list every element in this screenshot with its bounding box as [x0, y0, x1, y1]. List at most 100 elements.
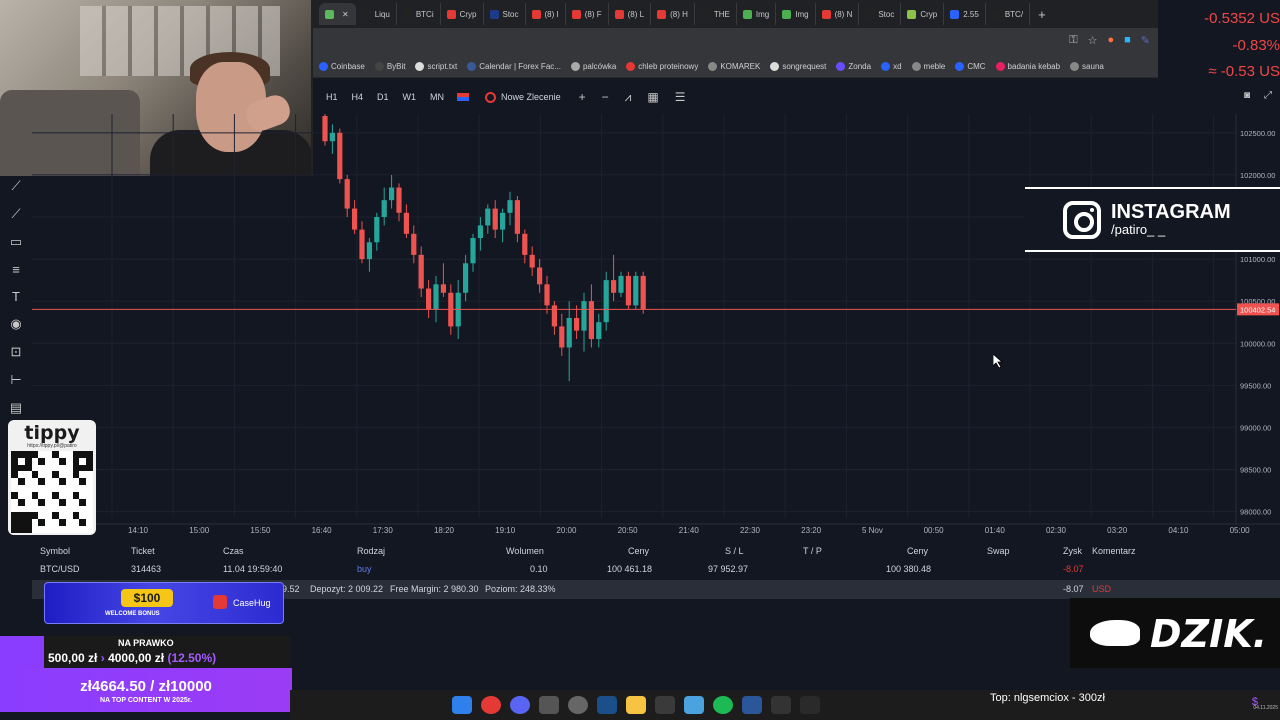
bookmark-item[interactable]: Zonda	[836, 62, 871, 71]
bookmark-item[interactable]: KOMAREK	[708, 62, 760, 71]
col-sl[interactable]: S / L	[725, 546, 744, 556]
browser-tab[interactable]: BTC/	[986, 3, 1031, 25]
new-order-button[interactable]: Nowe Zlecenie	[475, 91, 571, 103]
col-profit[interactable]: Zysk	[1063, 546, 1082, 556]
app-icon[interactable]	[771, 696, 791, 714]
qr-module	[38, 471, 46, 479]
browser-tab[interactable]: ✕	[319, 3, 356, 25]
browser-tab[interactable]: (8) L	[609, 3, 652, 25]
symbol-flag-icon[interactable]	[457, 93, 470, 101]
folder-icon[interactable]	[626, 696, 646, 714]
table-row[interactable]: BTC/USD 314463 11.04 19:59:40 buy 0.10 1…	[32, 560, 1280, 579]
steam-icon[interactable]	[597, 696, 617, 714]
qr-module	[58, 471, 66, 479]
bookmark-item[interactable]: Calendar | Forex Fac...	[467, 62, 561, 71]
timeframe-mn[interactable]: MN	[423, 92, 451, 102]
col-swap[interactable]: Swap	[987, 546, 1010, 556]
col-price[interactable]: Ceny	[907, 546, 928, 556]
browser-tab[interactable]: (8) H	[651, 3, 695, 25]
key-icon[interactable]: ⚿	[1069, 34, 1077, 47]
cell-sl[interactable]: 97 952.97	[708, 564, 748, 574]
lock-icon[interactable]: ⊡	[11, 344, 22, 360]
col-comment[interactable]: Komentarz	[1092, 546, 1136, 556]
bookmark-item[interactable]: badania kebab	[995, 62, 1060, 71]
ccleaner-icon[interactable]	[655, 696, 675, 714]
browser-address-bar[interactable]: ⚿ ☆ ● ■ ✎	[313, 28, 1158, 56]
browser-tab[interactable]: Cryp	[901, 3, 945, 25]
screenshot-icon[interactable]: ◙	[1244, 90, 1250, 101]
browser-tab[interactable]: Liqu	[356, 3, 397, 25]
timeframe-d1[interactable]: D1	[370, 92, 396, 102]
candle-body	[574, 318, 580, 331]
crosshair-icon[interactable]: ⟋	[11, 178, 20, 194]
browser-tab[interactable]: Stoc	[859, 3, 902, 25]
col-symbol[interactable]: Symbol	[40, 546, 70, 556]
spotify-icon[interactable]	[713, 696, 733, 714]
calendar-icon[interactable]: ▦	[639, 90, 666, 104]
discord-icon[interactable]	[510, 696, 530, 714]
fullscreen-icon[interactable]: ⤢	[1264, 90, 1272, 101]
browser-tab[interactable]: Img	[737, 3, 777, 25]
tab-label: Liqu	[374, 9, 390, 19]
col-ticket[interactable]: Ticket	[131, 546, 155, 556]
price-chart[interactable]: 102500.00102000.00101500.00101000.001005…	[32, 114, 1280, 544]
col-tp[interactable]: T / P	[803, 546, 822, 556]
app-icon[interactable]	[539, 696, 559, 714]
network-icon[interactable]	[684, 696, 704, 714]
extension-icon[interactable]: ●	[1107, 34, 1114, 47]
text-tool-icon[interactable]: T	[12, 289, 20, 304]
browser-tab[interactable]: (8) F	[566, 3, 609, 25]
eye-icon[interactable]: ◉	[10, 316, 21, 332]
zoom-in-button[interactable]: +	[571, 90, 594, 104]
obs-icon[interactable]	[568, 696, 588, 714]
chrome-icon[interactable]	[481, 696, 501, 714]
bookmark-item[interactable]: chleb proteinowy	[626, 62, 698, 71]
browser-tab[interactable]: THE	[695, 3, 737, 25]
layers-icon[interactable]: ▤	[10, 400, 22, 416]
browser-tab[interactable]: Stoc	[484, 3, 526, 25]
browser-tab[interactable]: Img	[776, 3, 816, 25]
zoom-out-button[interactable]: −	[594, 90, 617, 104]
col-time[interactable]: Czas	[223, 546, 244, 556]
bookmark-item[interactable]: songrequest	[770, 62, 826, 71]
bookmark-item[interactable]: CMC	[955, 62, 986, 71]
extension-icon[interactable]: ✎	[1141, 34, 1150, 47]
rectangle-tool-icon[interactable]: ▭	[10, 234, 22, 250]
col-type[interactable]: Rodzaj	[357, 546, 385, 556]
indicators-icon[interactable]: ⩘	[617, 90, 640, 105]
template-icon[interactable]: ☰	[667, 90, 694, 104]
fib-tool-icon[interactable]: ≡	[12, 262, 20, 277]
bookmark-item[interactable]: meble	[911, 62, 945, 71]
bookmark-item[interactable]: sauna	[1070, 62, 1104, 71]
browser-tab[interactable]: BTCi	[397, 3, 441, 25]
candle-body	[581, 301, 587, 331]
tab-close-icon[interactable]: ✕	[342, 10, 349, 19]
col-volume[interactable]: Wolumen	[506, 546, 544, 556]
tree-icon[interactable]: ⊢	[10, 372, 21, 388]
trendline-icon[interactable]: ⟋	[11, 206, 20, 222]
browser-tab[interactable]: (8) I	[526, 3, 566, 25]
browser-tab[interactable]: (8) N	[816, 3, 860, 25]
bookmark-item[interactable]: palcówka	[570, 62, 616, 71]
bookmark-item[interactable]: ByBit	[374, 62, 405, 71]
notepad-icon[interactable]	[742, 696, 762, 714]
terminal-icon[interactable]	[800, 696, 820, 714]
bookmark-item[interactable]: script.txt	[415, 62, 457, 71]
timeframe-w1[interactable]: W1	[396, 92, 424, 102]
new-tab-button[interactable]: +	[1030, 7, 1054, 22]
qr-module	[38, 464, 46, 472]
col-open-price[interactable]: Ceny	[628, 546, 649, 556]
tab-favicon-icon	[821, 9, 831, 19]
star-icon[interactable]: ☆	[1088, 34, 1098, 47]
bookmark-item[interactable]: xd	[881, 62, 902, 71]
browser-tab[interactable]: Cryp	[441, 3, 484, 25]
timeframe-h1[interactable]: H1	[319, 92, 345, 102]
chart-canvas[interactable]: 102500.00102000.00101500.00101000.001005…	[32, 114, 1280, 544]
top-donation: Top: nlgsemciox - 300zł	[990, 692, 1105, 704]
browser-tab[interactable]: 2.55	[944, 3, 986, 25]
timeframe-h4[interactable]: H4	[345, 92, 371, 102]
extension-icon[interactable]: ■	[1124, 34, 1131, 47]
qr-module	[52, 505, 59, 513]
start-icon[interactable]	[452, 696, 472, 714]
bookmark-item[interactable]: Coinbase	[319, 62, 365, 71]
